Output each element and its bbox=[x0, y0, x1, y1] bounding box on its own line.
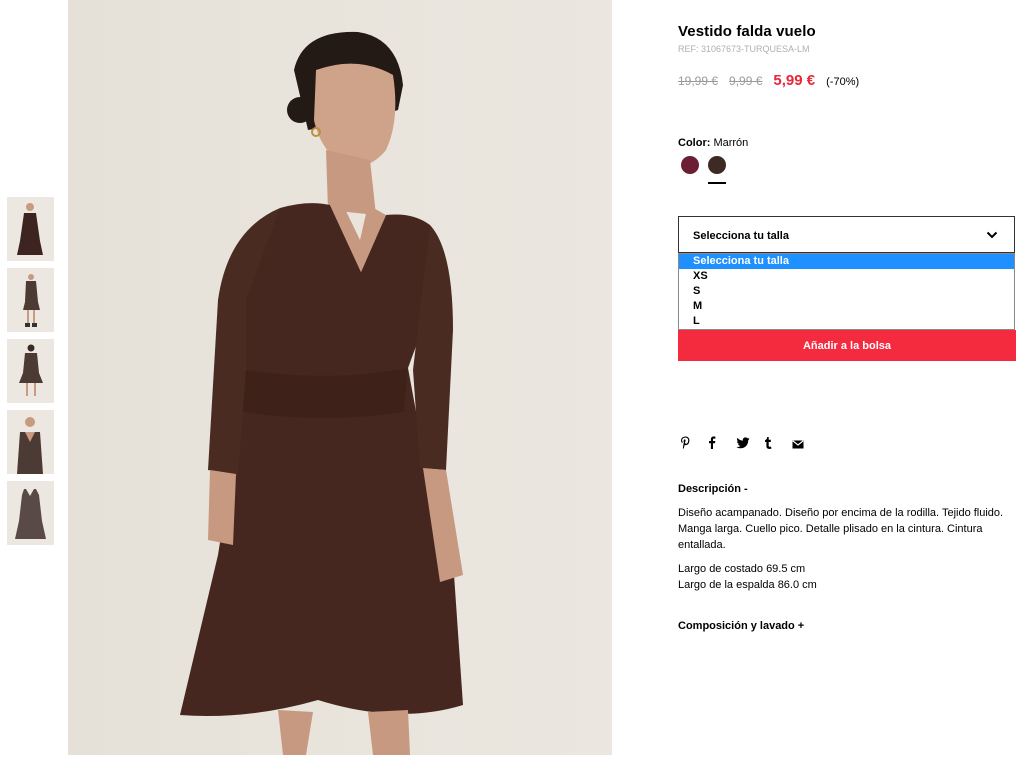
pinterest-icon[interactable] bbox=[680, 436, 708, 452]
thumbnail-5[interactable] bbox=[7, 481, 54, 545]
discount-badge: (-70%) bbox=[826, 76, 860, 88]
thumbnail-2[interactable] bbox=[7, 268, 54, 332]
composition-heading[interactable]: Composición y lavado + bbox=[678, 620, 804, 632]
thumbnail-1[interactable] bbox=[7, 197, 54, 261]
description-text: Diseño acampanado. Diseño por encima de … bbox=[678, 507, 1004, 551]
twitter-icon[interactable] bbox=[736, 436, 764, 452]
chevron-down-icon bbox=[986, 231, 998, 239]
product-title: Vestido falda vuelo bbox=[678, 23, 816, 40]
size-option-xs[interactable]: XS bbox=[679, 269, 1014, 284]
tumblr-icon[interactable] bbox=[764, 436, 792, 452]
size-option-l[interactable]: L bbox=[679, 314, 1014, 329]
add-to-bag-button[interactable]: Añadir a la bolsa bbox=[678, 330, 1016, 361]
color-swatch-burgundy[interactable] bbox=[681, 156, 699, 174]
price-row: 19,99 € 9,99 € 5,99 € (-70%) bbox=[678, 72, 859, 89]
product-main-image bbox=[68, 0, 612, 755]
size-select-value: Selecciona tu talla bbox=[693, 230, 789, 242]
description-heading[interactable]: Descripción - bbox=[678, 483, 748, 495]
color-value: Marrón bbox=[713, 137, 749, 149]
size-option-placeholder[interactable]: Selecciona tu talla bbox=[679, 254, 1014, 269]
share-icons bbox=[680, 436, 820, 452]
color-label-row: Color: Marrón bbox=[678, 137, 748, 149]
email-icon[interactable] bbox=[792, 437, 820, 452]
thumbnail-3[interactable] bbox=[7, 339, 54, 403]
thumbnail-4[interactable] bbox=[7, 410, 54, 474]
size-select[interactable]: Selecciona tu talla bbox=[678, 216, 1015, 253]
color-label: Color: bbox=[678, 137, 711, 149]
facebook-icon[interactable] bbox=[708, 436, 736, 452]
product-reference: REF: 31067673-TURQUESA-LM bbox=[678, 44, 810, 54]
color-swatches bbox=[681, 156, 735, 184]
measurements: Largo de costado 69.5 cm Largo de la esp… bbox=[678, 561, 817, 593]
color-swatch-brown[interactable] bbox=[708, 156, 726, 184]
original-price: 19,99 € bbox=[678, 74, 719, 88]
back-length: Largo de la espalda 86.0 cm bbox=[678, 579, 817, 591]
size-option-m[interactable]: M bbox=[679, 299, 1014, 314]
size-option-s[interactable]: S bbox=[679, 284, 1014, 299]
side-length: Largo de costado 69.5 cm bbox=[678, 563, 806, 575]
previous-price: 9,99 € bbox=[729, 74, 763, 88]
thumbnail-list bbox=[7, 197, 54, 552]
sale-price: 5,99 € bbox=[773, 72, 816, 89]
size-dropdown-list: Selecciona tu talla XS S M L bbox=[678, 253, 1015, 330]
